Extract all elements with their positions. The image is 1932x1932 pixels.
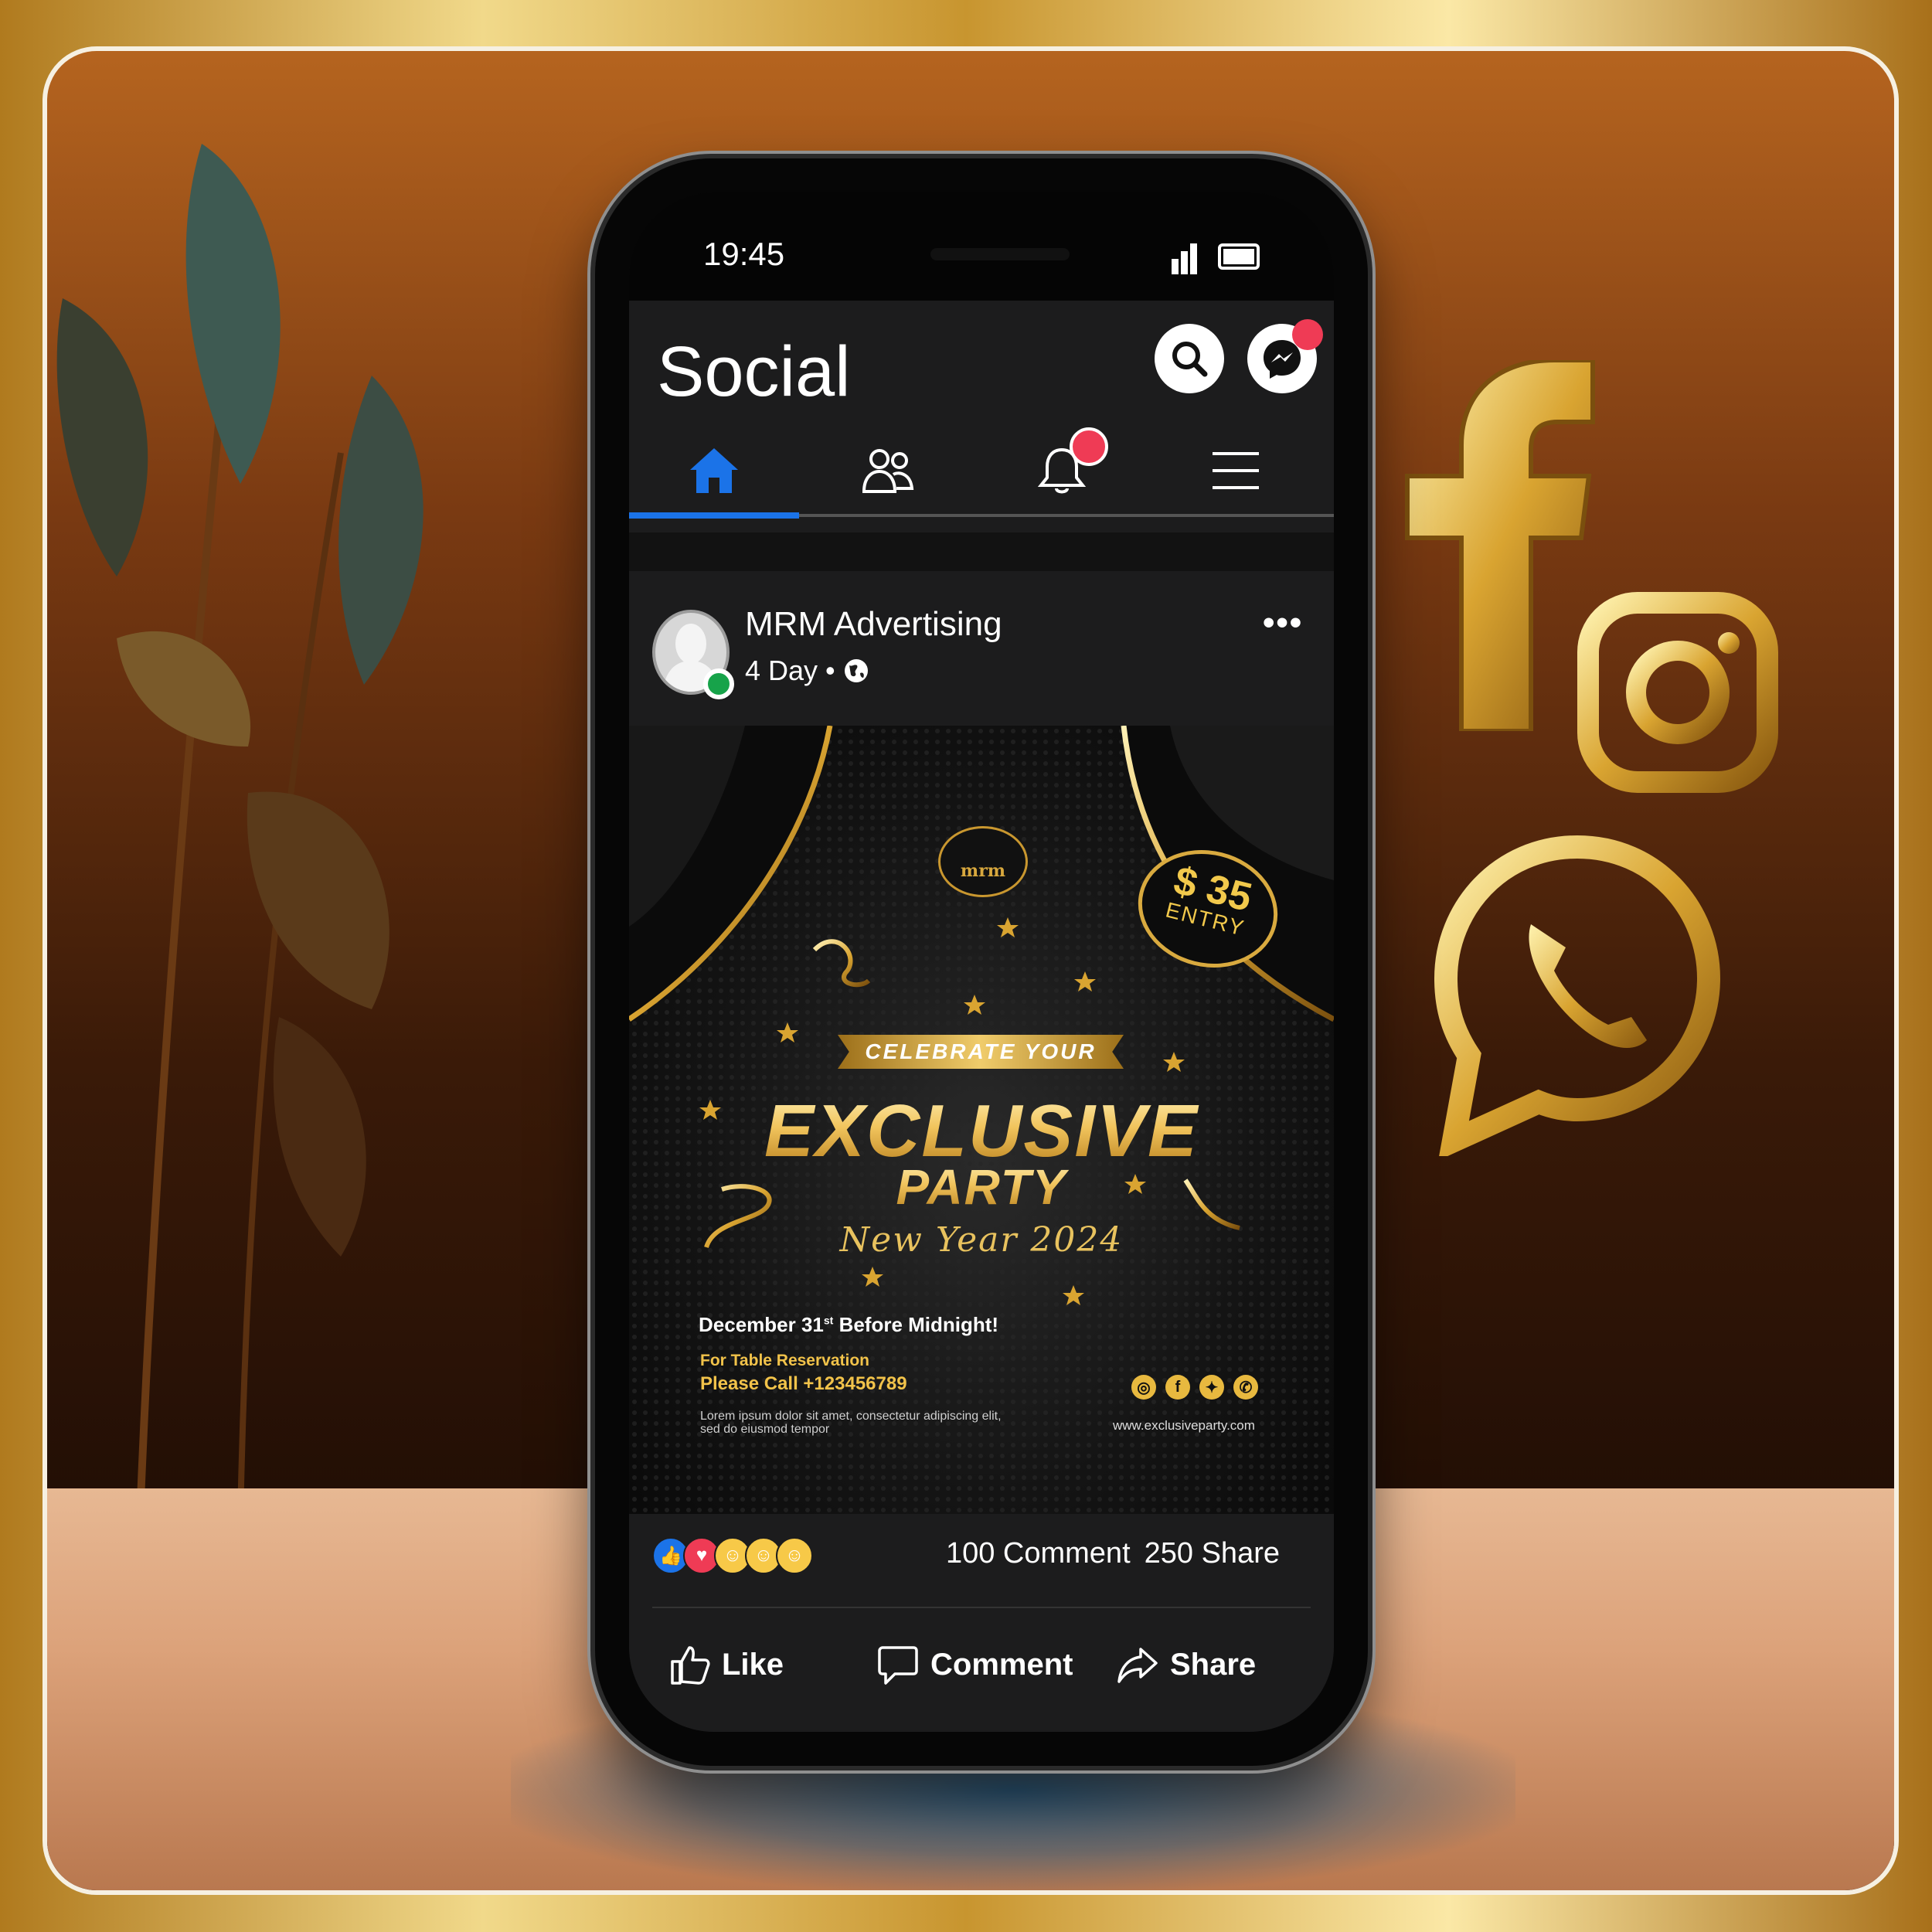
celebrate-ribbon: CELEBRATE YOUR: [838, 1035, 1124, 1069]
flyer-social-icons: ◎ f ✦ ✆: [1131, 1375, 1258, 1400]
active-tab-indicator: [629, 512, 799, 519]
tab-notifications[interactable]: [992, 424, 1131, 517]
twitter-icon: ✦: [1199, 1375, 1224, 1400]
reaction-summary[interactable]: 👍 ♥ ☺ ☺ ☺: [652, 1537, 813, 1574]
notification-dot: [1070, 427, 1108, 466]
app-header: Social: [629, 301, 1334, 532]
plant-decoration: [56, 144, 423, 1519]
post-image-flyer[interactable]: mrm $ 35 ENTRY CELEBRATE YOUR EXCLUSIVE …: [629, 726, 1334, 1514]
thumbs-up-icon: [671, 1646, 710, 1685]
post-more-options-button[interactable]: •••: [1263, 604, 1303, 642]
flyer-body-text: Lorem ipsum dolor sit amet, consectetur …: [700, 1410, 1002, 1436]
flyer-logo: mrm: [938, 826, 1028, 897]
messenger-notification-dot: [1292, 319, 1323, 350]
post-header: MRM Advertising 4 Day • •••: [629, 571, 1334, 726]
smartphone: 19:45 Social MRM Advertising 4 Day • •••…: [595, 158, 1368, 1766]
battery-icon: [1218, 243, 1260, 270]
post-age: 4 Day •: [745, 655, 835, 686]
comment-label: Comment: [930, 1647, 1073, 1682]
like-label: Like: [722, 1647, 784, 1682]
search-button[interactable]: [1155, 324, 1224, 393]
menu-icon: [1213, 452, 1259, 489]
flyer-subheadline: PARTY: [629, 1158, 1334, 1216]
gold-instagram-icon: [1577, 592, 1778, 793]
share-count[interactable]: 250 Share: [1145, 1537, 1280, 1570]
share-button[interactable]: Share: [1116, 1630, 1256, 1699]
tab-friends[interactable]: [818, 424, 957, 517]
event-date: December 31st Before Midnight!: [699, 1313, 999, 1336]
like-button[interactable]: Like: [668, 1630, 784, 1699]
flyer-website: www.exclusiveparty.com: [1113, 1418, 1255, 1433]
ribbon-text: CELEBRATE YOUR: [865, 1039, 1097, 1063]
signal-icon: [1172, 240, 1202, 274]
footer-divider: [652, 1607, 1311, 1608]
home-icon: [690, 448, 738, 493]
phone-screen: 19:45 Social MRM Advertising 4 Day • •••…: [629, 192, 1334, 1732]
tab-bar: [629, 424, 1334, 517]
comment-icon: [878, 1646, 918, 1685]
messenger-button[interactable]: [1247, 319, 1323, 393]
tab-home[interactable]: [645, 424, 784, 517]
flyer-script-title: New Year 2024: [839, 1220, 1124, 1260]
post-meta: 4 Day •: [745, 655, 869, 687]
share-label: Share: [1170, 1647, 1257, 1682]
camera-notch: [930, 248, 1070, 260]
comment-button[interactable]: Comment: [876, 1630, 1073, 1699]
status-time: 19:45: [703, 236, 785, 272]
status-bar: 19:45: [629, 192, 1334, 301]
app-title: Social: [657, 332, 851, 411]
whatsapp-icon: ✆: [1233, 1375, 1258, 1400]
tab-menu[interactable]: [1166, 424, 1305, 517]
instagram-icon: ◎: [1131, 1375, 1156, 1400]
engagement-counts: 100 Comment 250 Share: [946, 1537, 1280, 1570]
post-footer: 👍 ♥ ☺ ☺ ☺ 100 Comment 250 Share Like Com…: [629, 1514, 1334, 1732]
reservation-phone: Please Call +123456789: [700, 1373, 907, 1394]
sad-reaction-icon: ☺: [776, 1537, 813, 1574]
reservation-label: For Table Reservation: [700, 1352, 870, 1369]
friends-icon: [862, 449, 914, 493]
gold-whatsapp-icon: [1434, 835, 1721, 1156]
share-icon: [1117, 1648, 1158, 1683]
post-author-name[interactable]: MRM Advertising: [745, 605, 1002, 644]
globe-icon: [844, 659, 868, 682]
comment-count[interactable]: 100 Comment: [946, 1537, 1131, 1570]
online-status-badge: [703, 668, 734, 699]
search-icon: [1172, 342, 1208, 377]
facebook-icon: f: [1165, 1375, 1190, 1400]
